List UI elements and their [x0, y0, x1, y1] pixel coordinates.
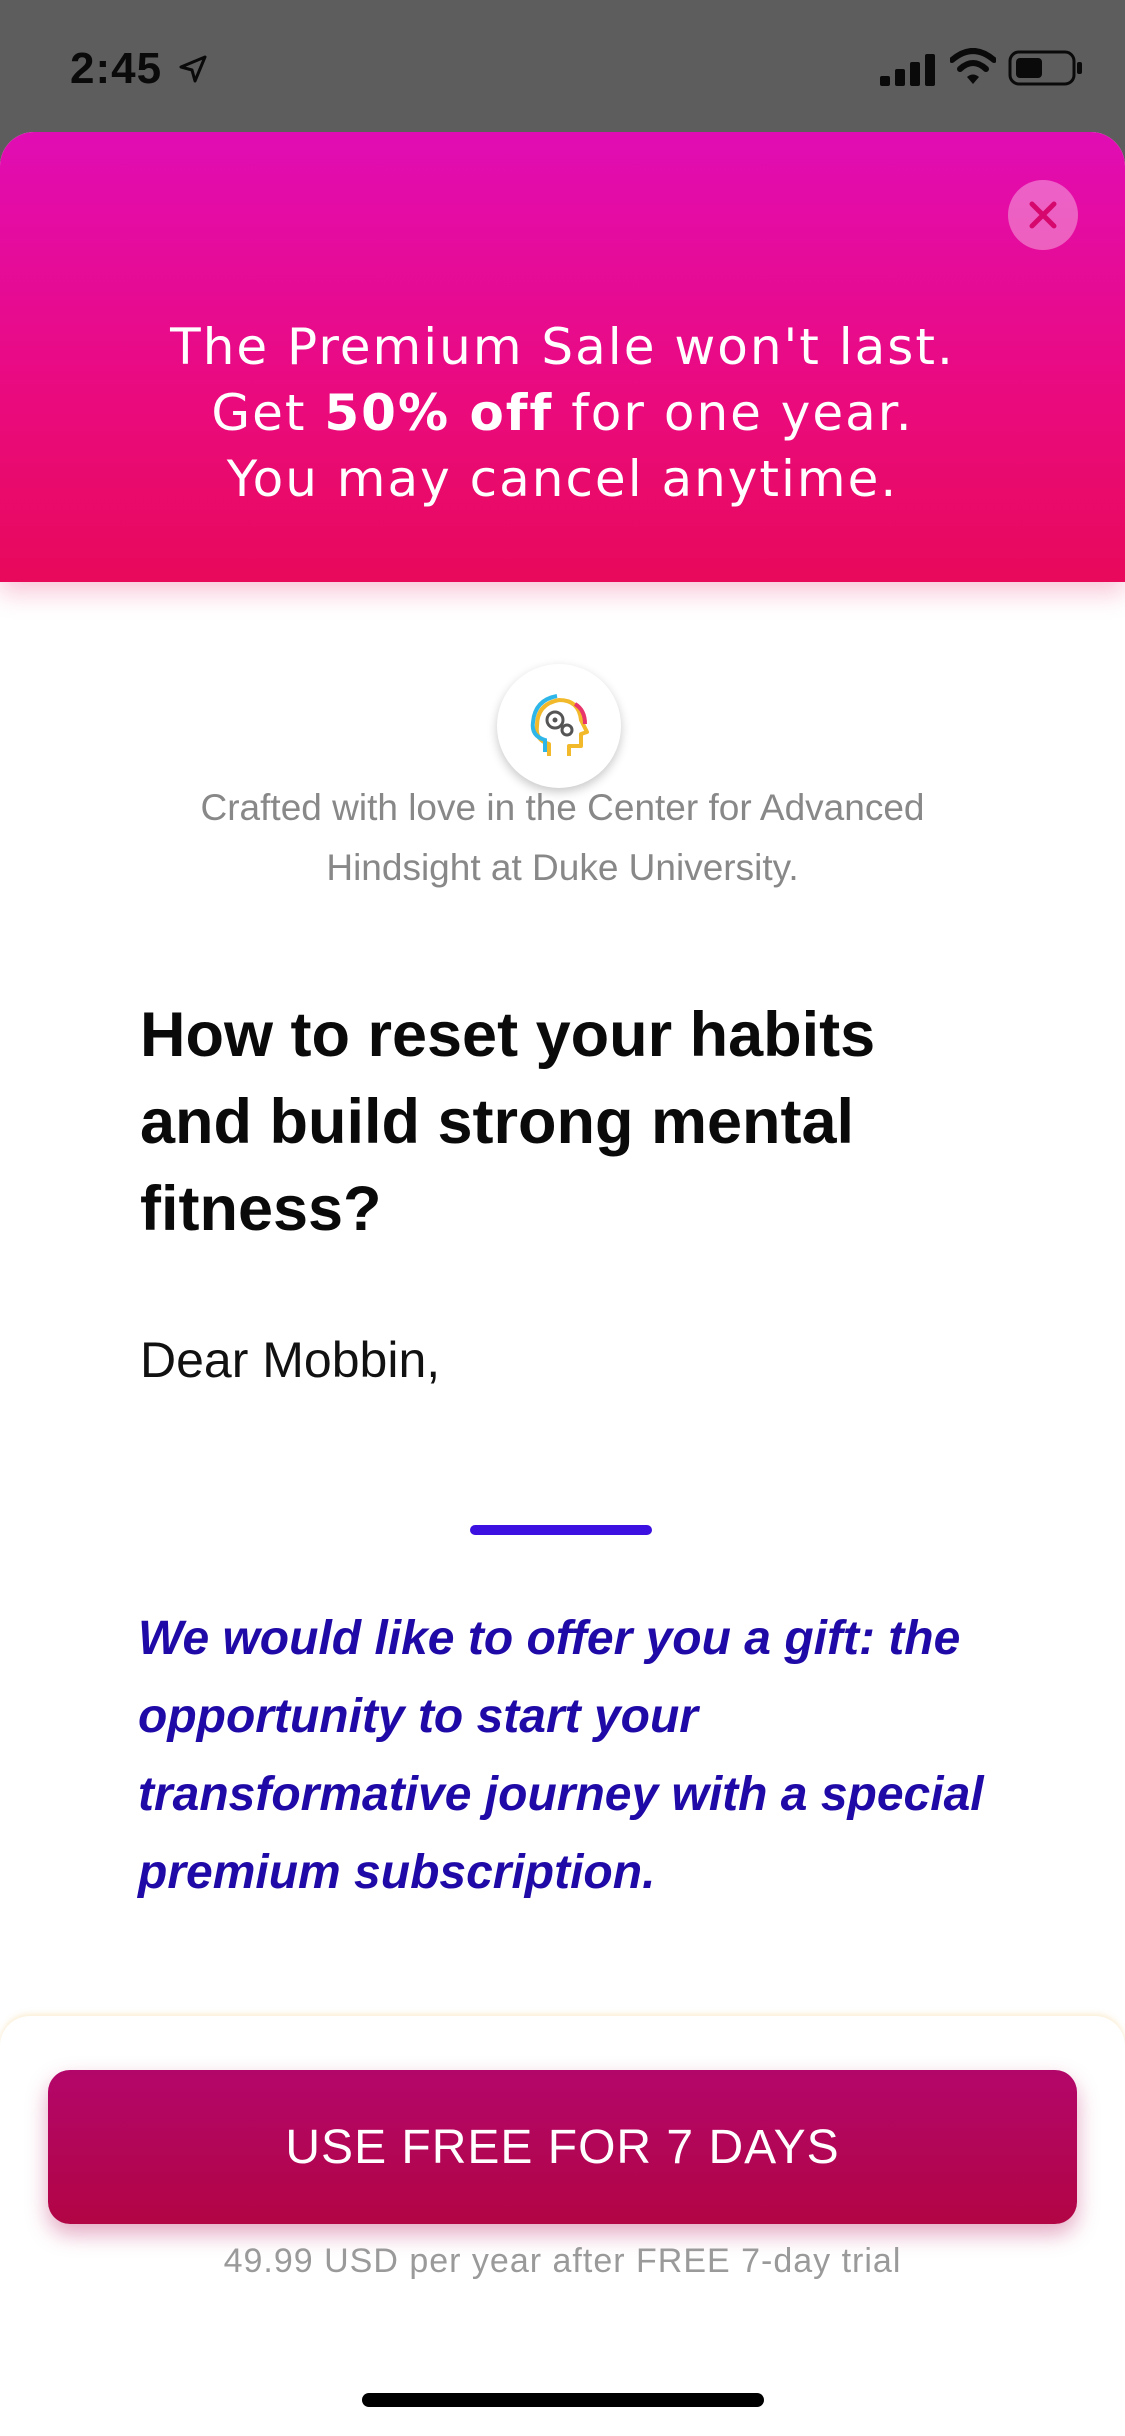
app-logo [497, 664, 621, 788]
price-note: 49.99 USD per year after FREE 7-day tria… [223, 2242, 902, 2280]
status-bar: 2:45 [0, 0, 1125, 132]
home-indicator[interactable] [362, 2393, 764, 2407]
close-button[interactable] [1008, 180, 1078, 250]
location-arrow-icon [179, 55, 207, 83]
promo-line-3: You may cancel anytime. [226, 450, 899, 508]
promo-line-1: The Premium Sale won't last. [170, 318, 955, 376]
close-icon [1029, 201, 1057, 229]
battery-icon [1008, 50, 1082, 86]
status-time: 2:45 [70, 44, 163, 93]
head-gears-logo-icon [530, 694, 589, 756]
purchase-footer: USE FREE FOR 7 DAYS 49.99 USD per year a… [0, 2016, 1125, 2436]
accent-divider [470, 1525, 652, 1535]
credit-text: Crafted with love in the Center for Adva… [200, 787, 925, 888]
greeting-text: Dear Mobbin, [140, 1332, 441, 1388]
promo-text: The Premium Sale won't last. Get 50% off… [0, 314, 1125, 512]
page-title: How to reset your habits and build stron… [140, 1000, 876, 1244]
cta-label: USE FREE FOR 7 DAYS [285, 2120, 840, 2174]
discount-highlight: 50% off [324, 384, 554, 442]
wifi-icon [950, 48, 996, 84]
start-free-trial-button[interactable]: USE FREE FOR 7 DAYS [48, 2070, 1077, 2224]
paywall-sheet: The Premium Sale won't last. Get 50% off… [0, 132, 1125, 2436]
gift-offer-text: We would like to offer you a gift: the o… [138, 1612, 984, 1899]
cellular-signal-icon [880, 54, 935, 86]
promo-line-2: Get 50% off for one year. [211, 384, 914, 442]
promo-banner: The Premium Sale won't last. Get 50% off… [0, 132, 1125, 582]
